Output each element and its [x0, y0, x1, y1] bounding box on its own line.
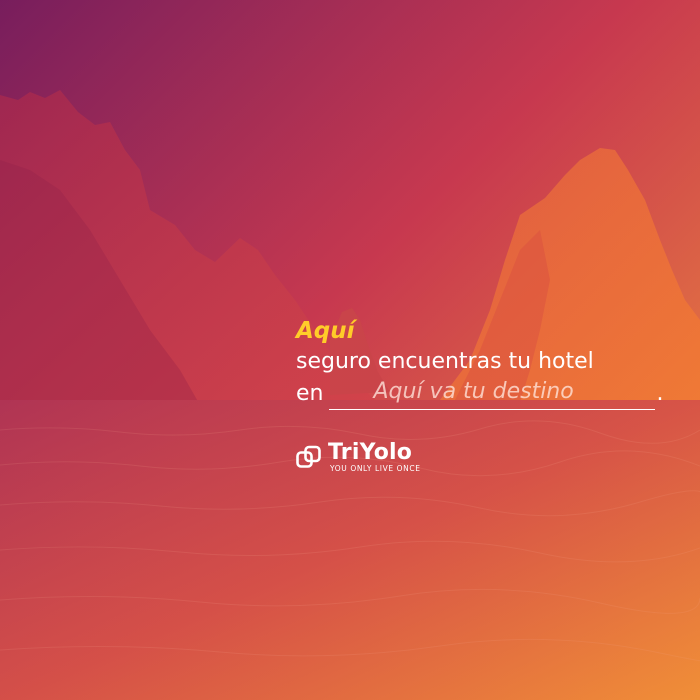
- brand-tagline: YOU ONLY LIVE ONCE: [330, 464, 421, 473]
- triyolo-logo-icon: [296, 445, 321, 468]
- promo-message: Aquí seguro encuentras tu hotel en Aquí v…: [296, 316, 686, 410]
- destination-blank: Aquí va tu destino: [329, 379, 656, 410]
- ad-canvas: Aquí seguro encuentras tu hotel en Aquí v…: [0, 0, 700, 700]
- headline: Aquí: [296, 318, 355, 344]
- message-line-2: en Aquí va tu destino.: [296, 378, 686, 410]
- message-line-2-prefix: en: [296, 381, 324, 406]
- message-line-2-suffix: .: [656, 381, 664, 406]
- message-line-1: seguro encuentras tu hotel: [296, 349, 594, 374]
- brand-name: TriYolo: [328, 440, 413, 465]
- brand-logo: TriYolo YOU ONLY LIVE ONCE: [296, 440, 496, 475]
- destination-placeholder: Aquí va tu destino: [373, 379, 574, 404]
